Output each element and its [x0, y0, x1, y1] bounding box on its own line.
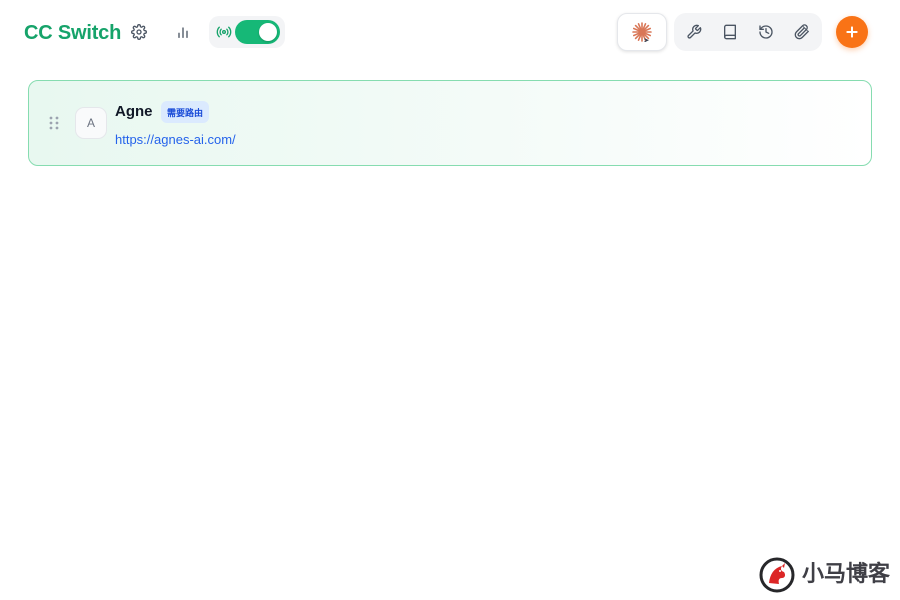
claude-icon	[632, 22, 652, 42]
route-required-badge: 需要路由	[161, 101, 210, 123]
proxy-control	[209, 16, 285, 48]
usage-stats-button[interactable]	[169, 18, 197, 46]
bar-chart-icon	[178, 27, 188, 38]
broadcast-icon	[215, 23, 233, 41]
horse-logo-icon	[759, 557, 795, 593]
provider-name: Agne	[115, 103, 153, 120]
history-button[interactable]	[752, 18, 780, 46]
gear-icon	[131, 24, 147, 40]
tools-button[interactable]	[680, 18, 708, 46]
provider-card[interactable]: A Agne 需要路由 https://agnes-ai.com/	[28, 80, 872, 166]
plus-icon	[846, 26, 858, 38]
watermark-text: 小马博客	[802, 562, 891, 587]
provider-avatar: A	[75, 107, 107, 139]
history-icon	[759, 25, 773, 39]
wrench-icon	[687, 24, 702, 39]
watermark: 小马博客	[758, 556, 896, 594]
drag-handle-icon[interactable]	[48, 115, 60, 131]
attachments-button[interactable]	[788, 18, 816, 46]
app-title: CC Switch	[24, 22, 122, 44]
book-icon	[724, 24, 736, 40]
toolbar-group	[674, 13, 822, 51]
add-provider-button[interactable]	[836, 16, 868, 48]
toggle-knob	[259, 23, 277, 41]
settings-button[interactable]	[125, 18, 153, 46]
provider-url-link[interactable]: https://agnes-ai.com/	[115, 132, 236, 148]
app-switcher-claude[interactable]	[617, 13, 667, 51]
docs-button[interactable]	[716, 18, 744, 46]
app-header: CC Switch	[0, 0, 900, 64]
proxy-toggle[interactable]	[235, 20, 280, 44]
paperclip-icon	[794, 24, 809, 40]
